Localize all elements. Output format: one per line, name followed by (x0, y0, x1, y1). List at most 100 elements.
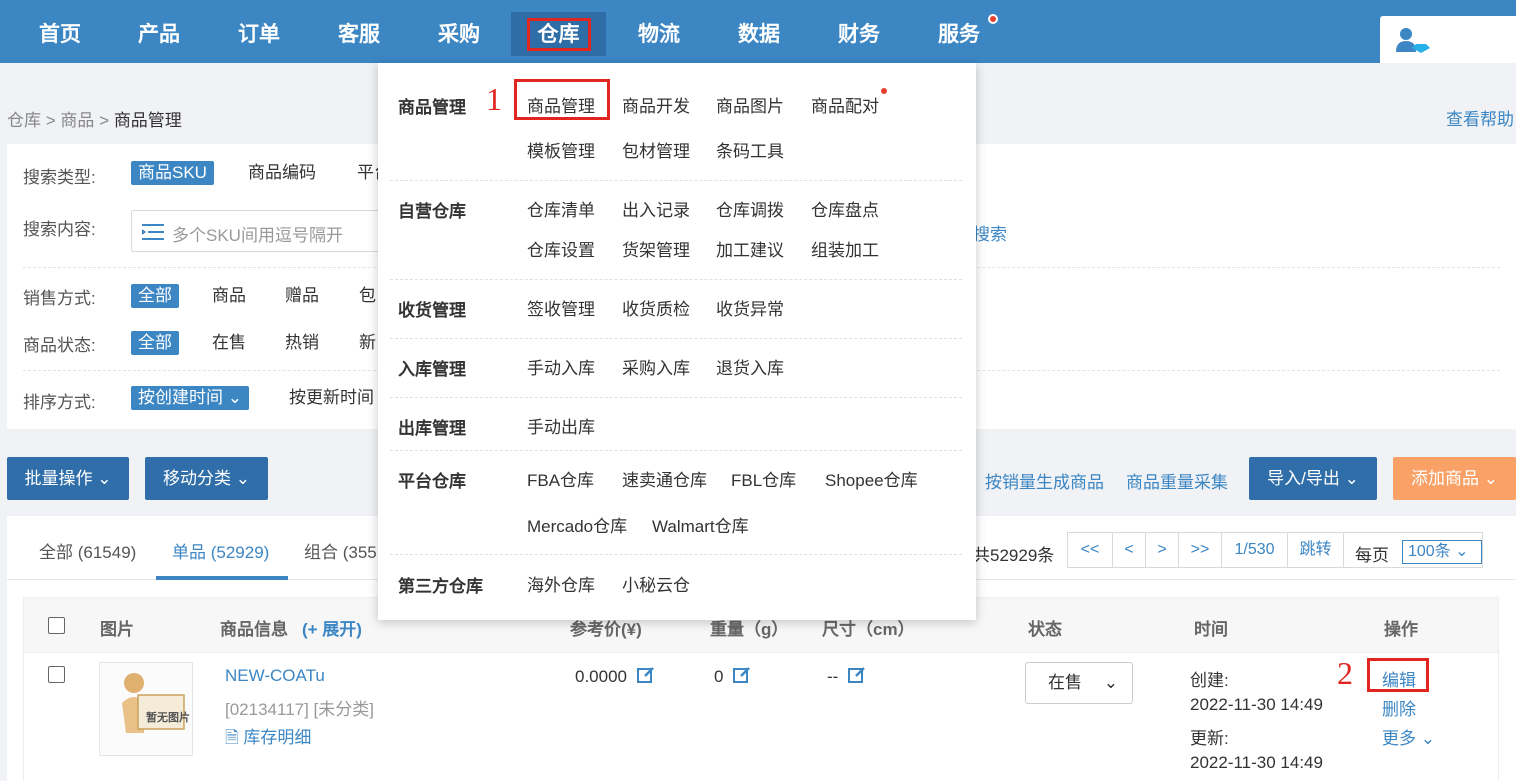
nav-service[interactable]: 客服 (319, 12, 399, 56)
menu-sign-receipt[interactable]: 签收管理 (527, 295, 595, 320)
nav-home[interactable]: 首页 (20, 12, 100, 56)
menu-product-dev[interactable]: 商品开发 (622, 92, 690, 117)
add-product-button[interactable]: 添加商品 ⌄ (1393, 457, 1516, 500)
generate-by-sales-link[interactable]: 按销量生成商品 (985, 468, 1104, 493)
menu-overseas-warehouse[interactable]: 海外仓库 (527, 571, 595, 596)
page-last-button[interactable]: >> (1179, 533, 1222, 567)
menu-warehouse-list[interactable]: 仓库清单 (527, 196, 595, 221)
breadcrumb-separator: > (45, 111, 56, 130)
group-receiving: 收货管理 (398, 301, 466, 320)
menu-receiving-exception[interactable]: 收货异常 (716, 295, 784, 320)
status-all[interactable]: 全部 (131, 331, 179, 355)
menu-barcode-tool[interactable]: 条码工具 (716, 137, 784, 162)
menu-template-mgmt[interactable]: 模板管理 (527, 137, 595, 162)
menu-mercado-warehouse[interactable]: Mercado仓库 (527, 512, 627, 537)
search-type-sku[interactable]: 商品SKU (131, 161, 214, 185)
menu-divider (390, 279, 962, 280)
annotation-box-edit (1367, 658, 1429, 692)
menu-stocktaking[interactable]: 仓库盘点 (811, 196, 879, 221)
per-page-label: 每页 (1355, 546, 1389, 565)
add-product-label: 添加商品 (1411, 469, 1479, 488)
nav-warehouse[interactable]: 仓库 (511, 12, 606, 56)
select-all-checkbox[interactable] (48, 617, 65, 634)
per-page-select[interactable]: 100条 ⌄ (1402, 540, 1482, 564)
status-select[interactable]: 在售 ⌄ (1025, 662, 1133, 704)
header-info: 商品信息 (220, 620, 288, 639)
product-thumbnail: 暂无图片 (99, 662, 193, 756)
weight-collect-link[interactable]: 商品重量采集 (1126, 468, 1228, 493)
sale-mode-product[interactable]: 商品 (205, 284, 253, 308)
tab-all[interactable]: 全部 (61549) (39, 538, 136, 563)
menu-product-match[interactable]: 商品配对 (811, 92, 879, 117)
tab-single[interactable]: 单品 (52929) (172, 538, 269, 563)
edit-weight-icon[interactable] (733, 666, 751, 684)
row-checkbox[interactable] (48, 666, 65, 683)
edit-price-icon[interactable] (636, 666, 655, 684)
annotation-step-1: 1 (486, 81, 502, 117)
user-menu[interactable] (1380, 16, 1516, 63)
menu-return-inbound[interactable]: 退货入库 (716, 354, 784, 379)
help-link[interactable]: 查看帮助 (1446, 105, 1514, 130)
sort-updated[interactable]: 按更新时间 (282, 386, 381, 410)
menu-fbl-warehouse[interactable]: FBL仓库 (731, 466, 796, 491)
menu-warehouse-settings[interactable]: 仓库设置 (527, 236, 595, 261)
menu-shelf-mgmt[interactable]: 货架管理 (622, 236, 690, 261)
menu-in-out-records[interactable]: 出入记录 (622, 196, 690, 221)
tab-combo[interactable]: 组合 (355 (304, 538, 377, 563)
group-product-mgmt: 商品管理 (398, 98, 466, 117)
delete-link[interactable]: 删除 (1382, 695, 1416, 720)
search-type-label: 搜索类型: (23, 168, 96, 187)
breadcrumb-separator: > (99, 111, 110, 130)
sort-created-label: 按创建时间 (138, 388, 223, 407)
edit-size-icon[interactable] (848, 666, 866, 684)
group-third-party-warehouse: 第三方仓库 (398, 577, 483, 596)
import-export-button[interactable]: 导入/导出 ⌄ (1249, 457, 1377, 500)
menu-assembly[interactable]: 组装加工 (811, 236, 879, 261)
menu-purchase-inbound[interactable]: 采购入库 (622, 354, 690, 379)
chevron-down-icon: ⌄ (227, 388, 242, 407)
nav-orders[interactable]: 订单 (219, 12, 299, 56)
menu-shopee-warehouse[interactable]: Shopee仓库 (825, 466, 918, 491)
breadcrumb-products[interactable]: 商品 (60, 111, 94, 130)
nav-finance[interactable]: 财务 (819, 12, 899, 56)
menu-walmart-warehouse[interactable]: Walmart仓库 (652, 512, 749, 537)
menu-manual-inbound[interactable]: 手动入库 (527, 354, 595, 379)
nav-logistics[interactable]: 物流 (619, 12, 699, 56)
menu-manual-outbound[interactable]: 手动出库 (527, 413, 595, 438)
page-next-button[interactable]: > (1146, 533, 1179, 567)
page-prev-button[interactable]: < (1113, 533, 1146, 567)
header-status: 状态 (1028, 620, 1062, 639)
menu-aliexpress-warehouse[interactable]: 速卖通仓库 (622, 466, 707, 491)
expand-toggle[interactable]: (+ 展开) (302, 615, 362, 640)
menu-xiaomi-cloud-warehouse[interactable]: 小秘云仓 (622, 571, 690, 596)
chevron-down-icon: ⌄ (1344, 469, 1359, 488)
nav-data[interactable]: 数据 (719, 12, 799, 56)
menu-warehouse-transfer[interactable]: 仓库调拨 (716, 196, 784, 221)
status-hot[interactable]: 热销 (278, 331, 326, 355)
menu-processing-advice[interactable]: 加工建议 (716, 236, 784, 261)
search-button[interactable]: 搜索 (973, 220, 1007, 245)
nav-services[interactable]: 服务 (919, 12, 999, 56)
product-name-link[interactable]: NEW-COATu (225, 666, 325, 686)
more-link[interactable]: 更多 ⌄ (1382, 724, 1435, 749)
page-indicator: 1/530 (1222, 533, 1288, 567)
page-jump-button[interactable]: 跳转 (1288, 533, 1344, 567)
menu-receiving-qc[interactable]: 收货质检 (622, 295, 690, 320)
menu-product-images[interactable]: 商品图片 (716, 92, 784, 117)
nav-purchase[interactable]: 采购 (419, 12, 499, 56)
sale-mode-gift[interactable]: 赠品 (278, 284, 326, 308)
search-type-code[interactable]: 商品编码 (241, 161, 323, 185)
menu-packaging-mgmt[interactable]: 包材管理 (622, 137, 690, 162)
stock-detail-link[interactable]: 🗎 库存明细 (225, 723, 311, 754)
sale-mode-all[interactable]: 全部 (131, 284, 179, 308)
move-category-button[interactable]: 移动分类 ⌄ (145, 457, 268, 500)
page-first-button[interactable]: << (1068, 533, 1113, 567)
menu-fba-warehouse[interactable]: FBA仓库 (527, 466, 594, 491)
sort-created[interactable]: 按创建时间 ⌄ (131, 386, 249, 410)
status-on-sale[interactable]: 在售 (205, 331, 253, 355)
batch-operations-button[interactable]: 批量操作 ⌄ (7, 457, 129, 500)
search-input[interactable]: 多个SKU间用逗号隔开 (131, 210, 391, 252)
price-text: 0.0000 (575, 667, 627, 686)
breadcrumb-warehouse[interactable]: 仓库 (7, 111, 41, 130)
nav-products[interactable]: 产品 (119, 12, 199, 56)
